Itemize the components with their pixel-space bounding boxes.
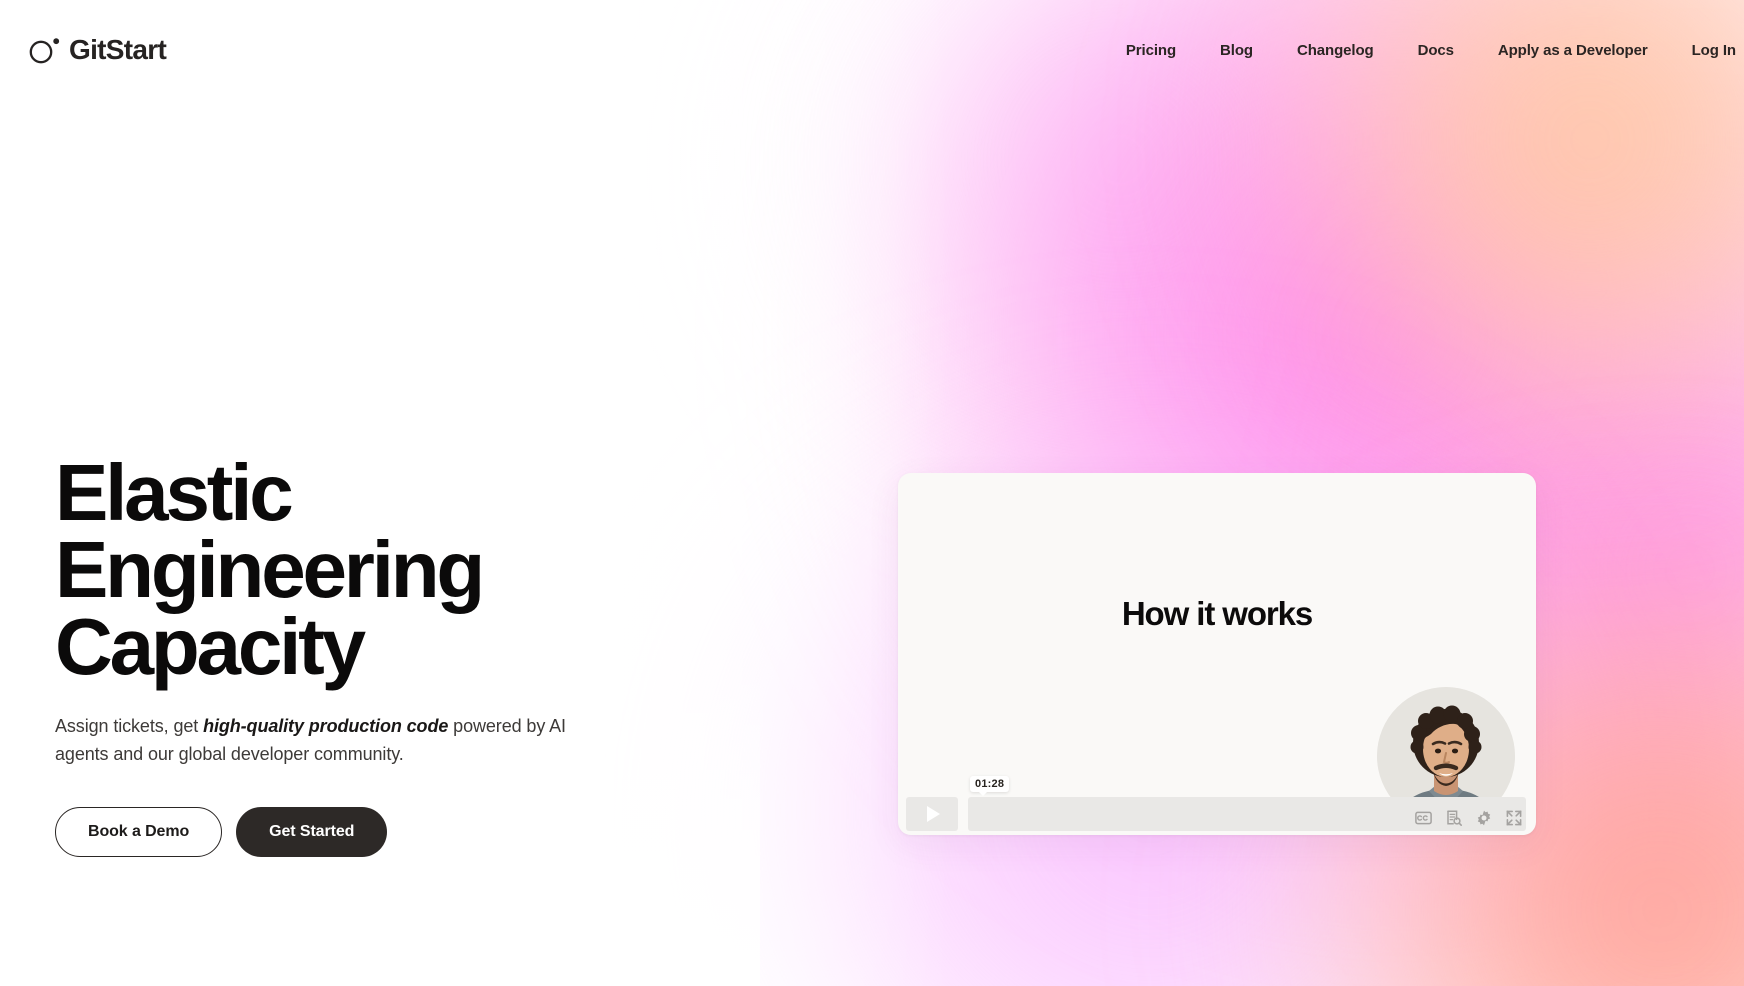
hero-subtitle: Assign tickets, get high-quality product… <box>55 713 600 769</box>
fullscreen-icon[interactable] <box>1506 810 1522 826</box>
book-a-demo-button[interactable]: Book a Demo <box>55 807 223 858</box>
hero-subtitle-prefix: Assign tickets, get <box>55 716 204 737</box>
page-title: Elastic Engineering Capacity <box>55 448 735 691</box>
headline-line-1: Elastic <box>55 448 294 537</box>
circle-degree-icon <box>28 35 62 65</box>
site-header: GitStart Pricing Blog Changelog Docs App… <box>0 0 1744 100</box>
video-slide-title: How it works <box>1121 595 1313 632</box>
hero-subtitle-emphasis: high-quality production code <box>203 716 449 737</box>
transcript-search-icon[interactable] <box>1446 810 1462 826</box>
video-player-card[interactable]: How it works 01:28 <box>898 473 1536 835</box>
headline-line-2: Engineering <box>55 524 485 614</box>
video-time-badge: 01:28 <box>970 776 1010 796</box>
brand-name: GitStart <box>69 34 167 65</box>
cta-row: Book a Demo Get Started <box>55 807 735 858</box>
main-navigation: Pricing Blog Changelog Docs Apply as a D… <box>1104 34 1744 67</box>
nav-link-changelog[interactable]: Changelog <box>1275 34 1396 67</box>
nav-link-docs[interactable]: Docs <box>1396 34 1476 67</box>
gear-icon[interactable] <box>1476 810 1492 826</box>
video-control-icons <box>1415 810 1522 826</box>
headline-line-3: Capacity <box>55 601 366 691</box>
nav-link-blog[interactable]: Blog <box>1198 34 1275 67</box>
brand-logo[interactable]: GitStart <box>28 34 167 65</box>
nav-link-log-in[interactable]: Log In <box>1670 34 1744 67</box>
play-icon[interactable] <box>906 797 958 831</box>
nav-link-pricing[interactable]: Pricing <box>1104 34 1198 67</box>
get-started-button[interactable]: Get Started <box>236 807 388 858</box>
hero-section: Elastic Engineering Capacity Assign tick… <box>55 448 735 858</box>
closed-captions-icon[interactable] <box>1415 811 1432 825</box>
nav-link-apply-as-a-developer[interactable]: Apply as a Developer <box>1476 34 1670 67</box>
